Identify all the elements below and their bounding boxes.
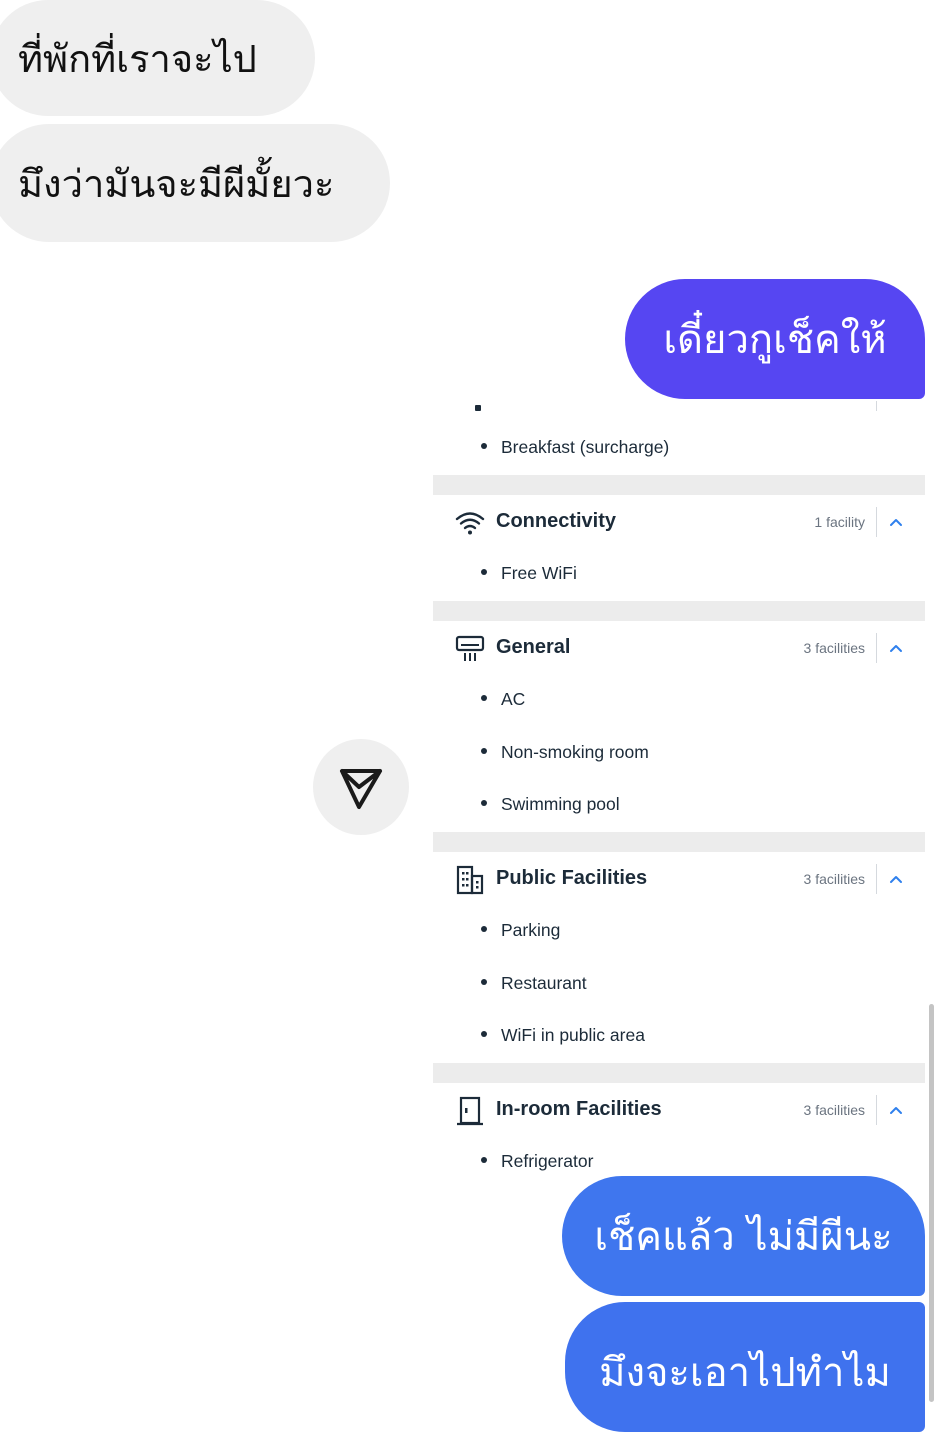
section-title: General [496, 636, 571, 658]
door-icon [457, 1096, 483, 1126]
scrollbar[interactable] [929, 1004, 934, 1402]
outgoing-message[interactable]: เช็คแล้ว ไม่มีผีนะ [562, 1176, 925, 1296]
share-button[interactable] [313, 739, 409, 835]
outgoing-message[interactable]: มึงจะเอาไปทำไม [565, 1302, 925, 1432]
header-divider [876, 1095, 877, 1125]
message-text: มึงว่ามันจะมีผีมั้ยวะ [18, 161, 335, 206]
facility-item: AC [481, 689, 525, 710]
section-title: In-room Facilities [496, 1098, 662, 1120]
send-icon [340, 769, 382, 809]
section-title: Public Facilities [496, 867, 648, 889]
building-icon [456, 865, 484, 895]
chevron-up-icon[interactable] [888, 640, 904, 656]
incoming-message[interactable]: มึงว่ามันจะมีผีมั้ยวะ [0, 124, 390, 242]
facility-count: 3 facilities [803, 1102, 865, 1118]
shared-facilities-image[interactable]: Breakfast (surcharge) Connectivity 1 fac… [433, 399, 925, 1171]
facility-item: Free WiFi [481, 563, 577, 584]
header-divider [876, 633, 877, 663]
section-title: Connectivity [496, 510, 617, 532]
section-separator [433, 475, 925, 495]
facility-count: 3 facilities [803, 871, 865, 887]
chevron-up-icon[interactable] [888, 1102, 904, 1118]
facility-item: Non-smoking room [481, 742, 649, 763]
chevron-up-icon[interactable] [888, 514, 904, 530]
incoming-message[interactable]: ที่พักที่เราจะไป [0, 0, 315, 116]
cut-off-divider [876, 401, 877, 411]
facility-item: Swimming pool [481, 794, 620, 815]
outgoing-message[interactable]: เดี๋ยวกูเช็คให้ [625, 279, 925, 399]
air-conditioner-icon [455, 635, 485, 661]
section-separator [433, 832, 925, 852]
facility-item: WiFi in public area [481, 1025, 645, 1046]
header-divider [876, 864, 877, 894]
chevron-up-icon[interactable] [888, 871, 904, 887]
message-text: เดี๋ยวกูเช็คให้ [663, 317, 887, 363]
facility-count: 3 facilities [803, 640, 865, 656]
facility-item: Refrigerator [481, 1151, 593, 1171]
wifi-icon [455, 512, 485, 535]
cut-off-text-fragment [475, 405, 481, 411]
message-text: เช็คแล้ว ไม่มีผีนะ [594, 1214, 893, 1260]
facility-count: 1 facility [814, 514, 865, 530]
facility-item: Restaurant [481, 973, 587, 994]
section-separator [433, 1063, 925, 1083]
message-text: มึงจะเอาไปทำไม [599, 1350, 891, 1396]
facility-item: Parking [481, 920, 560, 941]
message-text: ที่พักที่เราจะไป [18, 36, 257, 81]
header-divider [876, 507, 877, 537]
section-separator [433, 601, 925, 621]
facility-item: Breakfast (surcharge) [481, 437, 669, 458]
